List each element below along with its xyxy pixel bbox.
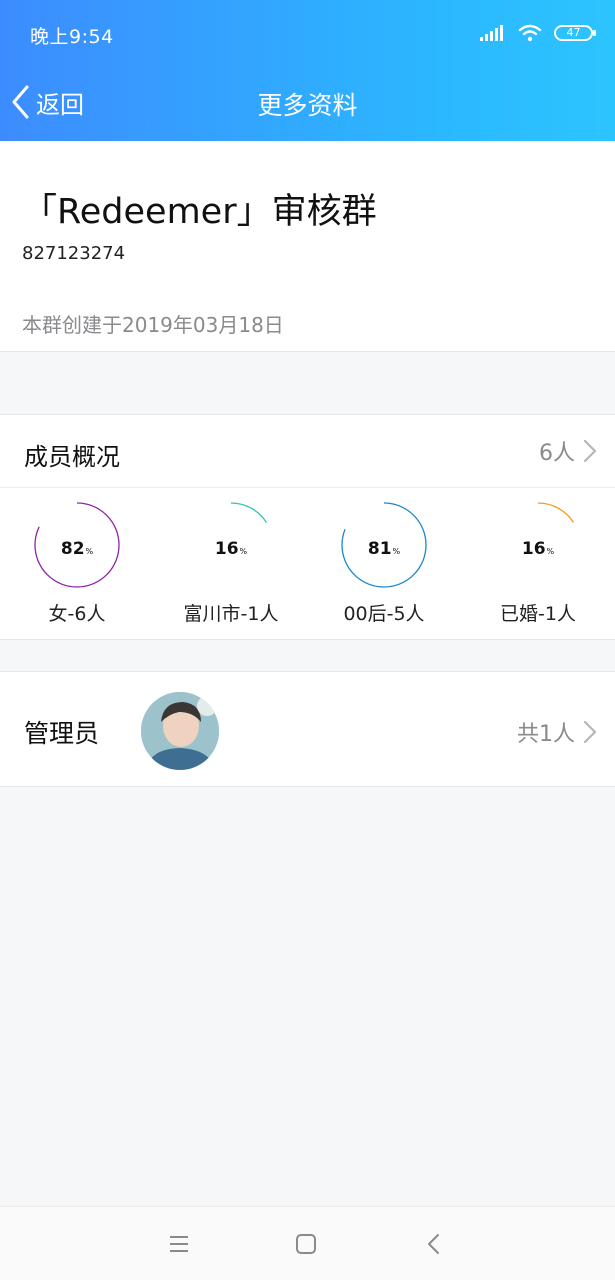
admin-count-group: 共1人 [517, 716, 597, 748]
admin-row[interactable]: 管理员 共1人 [0, 671, 615, 787]
members-count-group: 6人 [539, 435, 597, 467]
status-time: 晚上9:54 [30, 26, 114, 48]
stat-label: 00后-5人 [343, 603, 425, 625]
group-created-date: 本群创建于2019年03月18日 [22, 313, 284, 337]
stat-value: 82% [60, 539, 94, 559]
stat-age[interactable]: 81% 00后-5人 [307, 488, 461, 640]
status-icons: 47 [480, 22, 596, 44]
stat-region[interactable]: 16% 富川市-1人 [154, 488, 308, 640]
admin-count: 共1人 [517, 722, 575, 747]
wifi-icon [518, 24, 542, 42]
chevron-right-icon [583, 720, 597, 744]
stat-gender[interactable]: 82% 女-6人 [0, 488, 154, 640]
group-info-card: 「Redeemer」审核群 827123274 本群创建于2019年03月18日 [0, 141, 615, 352]
stat-value: 81% [367, 539, 401, 559]
stat-marital[interactable]: 16% 已婚-1人 [461, 488, 615, 640]
admin-title: 管理员 [24, 719, 100, 748]
members-count: 6人 [539, 441, 575, 466]
header: 晚上9:54 47 返回 更多资料 [0, 0, 615, 141]
avatar-image [141, 692, 219, 770]
back-icon[interactable] [422, 1231, 448, 1257]
member-stats: 82% 女-6人 16% 富川市-1人 81% 00后-5人 16% 已婚-1人 [0, 488, 615, 640]
status-bar: 晚上9:54 47 [0, 0, 615, 66]
battery-icon: 47 [554, 25, 596, 41]
group-name: 「Redeemer」审核群 [22, 192, 377, 232]
signal-icon [480, 25, 503, 41]
stat-label: 已婚-1人 [500, 603, 576, 625]
home-icon[interactable] [293, 1231, 319, 1257]
members-overview-title: 成员概况 [24, 443, 120, 471]
system-nav-bar [0, 1206, 615, 1280]
nav-bar: 返回 更多资料 [0, 66, 615, 141]
chevron-right-icon [583, 439, 597, 463]
group-id: 827123274 [22, 243, 126, 264]
stat-label: 女-6人 [48, 603, 106, 625]
page-title: 更多资料 [257, 91, 358, 120]
stat-value: 16% [521, 539, 555, 559]
avatar[interactable] [141, 692, 219, 770]
menu-icon[interactable] [166, 1231, 192, 1257]
members-overview-row[interactable]: 成员概况 6人 [0, 414, 615, 488]
stat-label: 富川市-1人 [183, 603, 279, 625]
stat-value: 16% [214, 539, 248, 559]
